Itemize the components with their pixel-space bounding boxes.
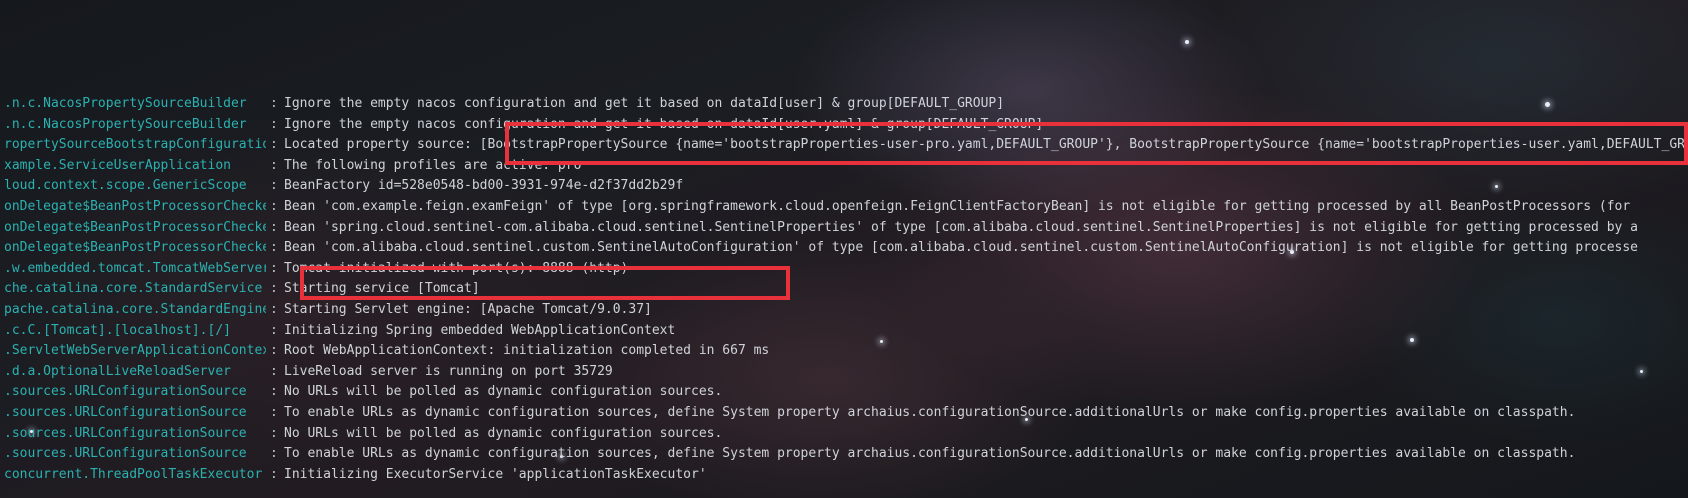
log-message: Located property source: [BootstrapPrope…: [284, 137, 1688, 153]
log-line: onDelegate$BeanPostProcessorChecker : Be…: [0, 218, 1688, 239]
separator: :: [270, 157, 278, 173]
separator: :: [270, 116, 278, 132]
log-line: .ServletWebServerApplicationContext : Ro…: [0, 341, 1688, 362]
logger-name: .sources.URLConfigurationSource: [4, 446, 247, 462]
log-line: pache.catalina.core.StandardEngine : Sta…: [0, 300, 1688, 321]
separator: :: [270, 466, 278, 482]
logger-name: xample.ServiceUserApplication: [4, 157, 231, 173]
log-message: Bean 'spring.cloud.sentinel-com.alibaba.…: [284, 219, 1639, 235]
separator: :: [270, 178, 278, 194]
log-message: Bean 'com.example.feign.examFeign' of ty…: [284, 198, 1631, 214]
logger-name: che.catalina.core.StandardService: [4, 281, 263, 297]
log-message: No URLs will be polled as dynamic config…: [284, 425, 723, 441]
separator: :: [270, 404, 278, 420]
separator: :: [270, 260, 278, 276]
logger-name: .ServletWebServerApplicationContext: [4, 343, 266, 359]
log-message: Ignore the empty nacos configuration and…: [284, 96, 1005, 111]
console-log[interactable]: .n.c.NacosPropertySourceBuilder : Ignore…: [0, 94, 1688, 485]
logger-name: onDelegate$BeanPostProcessorChecker: [4, 219, 266, 235]
log-message: LiveReload server is running on port 357…: [284, 363, 613, 379]
log-line: onDelegate$BeanPostProcessorChecker : Be…: [0, 197, 1688, 218]
log-message: Bean 'com.alibaba.cloud.sentinel.custom.…: [284, 240, 1639, 256]
logger-name: .sources.URLConfigurationSource: [4, 404, 247, 420]
separator: :: [270, 240, 278, 256]
separator: :: [270, 384, 278, 400]
separator: :: [270, 363, 278, 379]
separator: :: [270, 219, 278, 235]
logger-name: onDelegate$BeanPostProcessorChecker: [4, 198, 266, 214]
log-message: BeanFactory id=528e0548-bd00-3931-974e-d…: [284, 178, 684, 194]
logger-name: .w.embedded.tomcat.TomcatWebServer: [4, 260, 266, 276]
log-line: .sources.URLConfigurationSource : To ena…: [0, 444, 1688, 465]
log-line: .w.embedded.tomcat.TomcatWebServer : Tom…: [0, 259, 1688, 280]
separator: :: [270, 322, 278, 338]
logger-name: loud.context.scope.GenericScope: [4, 178, 247, 194]
log-message: To enable URLs as dynamic configuration …: [284, 446, 1576, 462]
log-message: Starting service [Tomcat]: [284, 281, 480, 297]
log-line: .sources.URLConfigurationSource : No URL…: [0, 424, 1688, 445]
log-message: Ignore the empty nacos configuration and…: [284, 116, 1044, 132]
log-message: Starting Servlet engine: [Apache Tomcat/…: [284, 301, 652, 317]
log-line: loud.context.scope.GenericScope : BeanFa…: [0, 176, 1688, 197]
separator: :: [270, 198, 278, 214]
separator: :: [270, 281, 278, 297]
log-line: .n.c.NacosPropertySourceBuilder : Ignore…: [0, 94, 1688, 115]
logger-name: .sources.URLConfigurationSource: [4, 425, 247, 441]
log-message: Initializing Spring embedded WebApplicat…: [284, 322, 676, 338]
log-line: concurrent.ThreadPoolTaskExecutor : Init…: [0, 465, 1688, 486]
log-line: onDelegate$BeanPostProcessorChecker : Be…: [0, 238, 1688, 259]
log-line: .sources.URLConfigurationSource : To ena…: [0, 403, 1688, 424]
logger-name: concurrent.ThreadPoolTaskExecutor: [4, 466, 263, 482]
log-line: che.catalina.core.StandardService : Star…: [0, 279, 1688, 300]
separator: :: [270, 301, 278, 317]
logger-name: .c.C.[Tomcat].[localhost].[/]: [4, 322, 231, 338]
log-line: .n.c.NacosPropertySourceBuilder : Ignore…: [0, 115, 1688, 136]
separator: :: [270, 446, 278, 462]
logger-name: onDelegate$BeanPostProcessorChecker: [4, 240, 266, 256]
log-message: To enable URLs as dynamic configuration …: [284, 404, 1576, 420]
separator: :: [270, 343, 278, 359]
background-star: [1185, 40, 1189, 44]
separator: :: [270, 137, 278, 153]
log-line: .c.C.[Tomcat].[localhost].[/] : Initiali…: [0, 321, 1688, 342]
log-message: No URLs will be polled as dynamic config…: [284, 384, 723, 400]
log-line: ropertySourceBootstrapConfiguration : Lo…: [0, 135, 1688, 156]
separator: :: [270, 425, 278, 441]
log-line: .d.a.OptionalLiveReloadServer : LiveRelo…: [0, 362, 1688, 383]
logger-name: .d.a.OptionalLiveReloadServer: [4, 363, 231, 379]
log-message: The following profiles are active: pro: [284, 157, 582, 173]
log-message: Initializing ExecutorService 'applicatio…: [284, 466, 707, 482]
log-line: .sources.URLConfigurationSource : No URL…: [0, 382, 1688, 403]
log-message: Tomcat initialized with port(s): 8888 (h…: [284, 260, 629, 276]
logger-name: .n.c.NacosPropertySourceBuilder: [4, 116, 247, 132]
separator: :: [270, 96, 278, 111]
logger-name: ropertySourceBootstrapConfiguration: [4, 137, 266, 153]
logger-name: .sources.URLConfigurationSource: [4, 384, 247, 400]
log-line: xample.ServiceUserApplication : The foll…: [0, 156, 1688, 177]
log-message: Root WebApplicationContext: initializati…: [284, 343, 770, 359]
logger-name: .n.c.NacosPropertySourceBuilder: [4, 96, 247, 111]
logger-name: pache.catalina.core.StandardEngine: [4, 301, 266, 317]
